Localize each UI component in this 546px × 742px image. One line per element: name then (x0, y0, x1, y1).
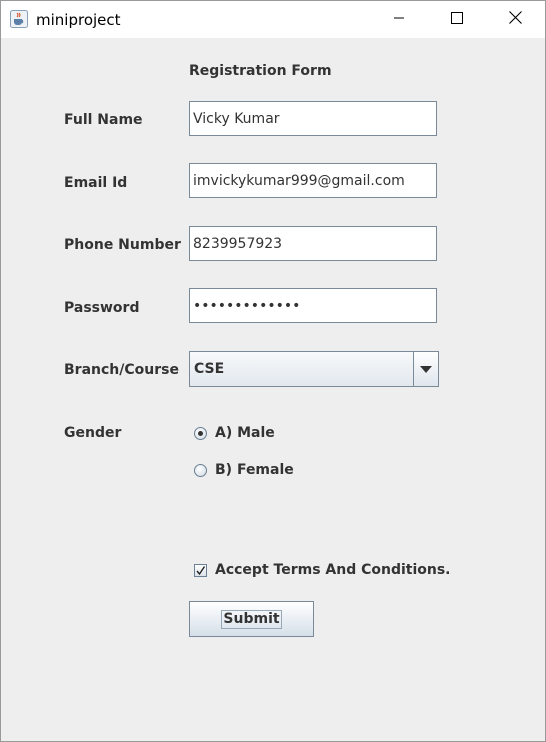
radio-selected-dot (198, 430, 203, 436)
minimize-button[interactable] (370, 1, 428, 38)
close-icon (508, 10, 522, 29)
terms-label: Accept Terms And Conditions. (215, 562, 451, 578)
radio-button-icon (194, 463, 207, 477)
submit-label: Submit (221, 609, 282, 629)
branch-selected-value: CSE (194, 361, 225, 377)
close-button[interactable] (486, 1, 544, 38)
email-field[interactable] (189, 163, 437, 198)
gender-radio-female[interactable]: B) Female (194, 462, 294, 478)
password-label: Password (64, 300, 140, 316)
gender-male-label: A) Male (215, 425, 275, 441)
gender-label: Gender (64, 425, 122, 441)
branch-label: Branch/Course (64, 362, 179, 378)
checkmark-icon (196, 565, 206, 575)
phone-label: Phone Number (64, 237, 181, 253)
minimize-icon (393, 11, 405, 29)
java-cup-icon (10, 10, 28, 28)
window-title: miniproject (36, 11, 121, 29)
maximize-icon (451, 11, 463, 29)
title-bar[interactable]: miniproject (1, 1, 545, 38)
email-label: Email Id (64, 175, 128, 191)
maximize-button[interactable] (428, 1, 486, 38)
submit-button[interactable]: Submit (189, 601, 314, 637)
full-name-label: Full Name (64, 112, 143, 128)
gender-radio-male[interactable]: A) Male (194, 425, 275, 441)
form-title: Registration Form (189, 63, 332, 79)
phone-field[interactable] (189, 226, 437, 261)
terms-checkbox[interactable]: Accept Terms And Conditions. (194, 562, 451, 578)
branch-dropdown-button[interactable] (413, 352, 438, 386)
app-window: miniproject Registration Form Full Name … (0, 0, 546, 742)
full-name-field[interactable] (189, 101, 437, 136)
password-field[interactable] (189, 288, 437, 323)
radio-button-icon (194, 426, 207, 440)
chevron-down-icon (420, 360, 432, 378)
gender-female-label: B) Female (215, 462, 294, 478)
checkbox-icon (194, 563, 207, 577)
branch-select[interactable]: CSE (189, 351, 439, 387)
form-panel: Registration Form Full Name Email Id Pho… (1, 38, 545, 741)
